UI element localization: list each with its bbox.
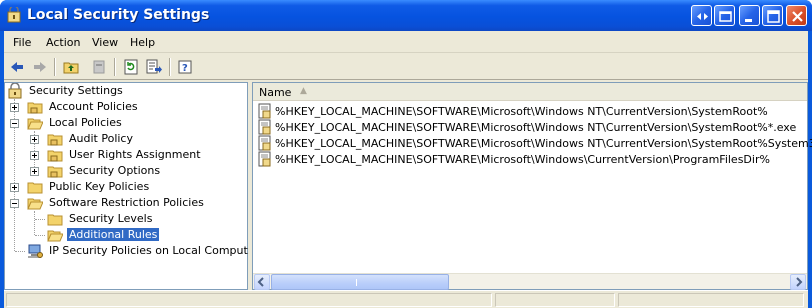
rule-path-text: %HKEY_LOCAL_MACHINE\SOFTWARE\Microsoft\W… [275, 121, 797, 134]
tree-item-label: Account Policies [49, 100, 138, 113]
refresh-icon[interactable] [121, 57, 141, 77]
title-bar[interactable]: Local Security Settings [0, 0, 812, 31]
column-header-name[interactable]: Name ▲ [253, 83, 807, 101]
tree-item-software-restriction-policies[interactable]: Software Restriction Policies [5, 195, 243, 211]
tree-item-ip-security-policies[interactable]: IP Security Policies on Local Computer [5, 243, 259, 259]
expand-plus-icon[interactable] [30, 151, 39, 160]
toolbar-separator [114, 58, 116, 76]
tree-item-security-levels[interactable]: Security Levels [5, 211, 243, 227]
collapse-minus-icon[interactable] [10, 199, 19, 208]
folder-open-icon [27, 115, 44, 131]
help-icon[interactable]: ? [176, 57, 196, 77]
menu-help[interactable]: Help [130, 36, 155, 49]
rule-path-text: %HKEY_LOCAL_MACHINE\SOFTWARE\Microsoft\W… [275, 153, 770, 166]
registry-path-rule-icon [257, 119, 273, 135]
up-one-level-icon[interactable] [61, 57, 81, 77]
menu-view[interactable]: View [92, 36, 118, 49]
expand-plus-icon[interactable] [10, 103, 19, 112]
expand-plus-icon[interactable] [30, 135, 39, 144]
scroll-grip [356, 279, 364, 286]
menu-file[interactable]: File [13, 36, 31, 49]
tree-guide-line [35, 219, 45, 220]
maximize-button[interactable] [762, 5, 783, 26]
tree-item-label: Security Levels [69, 212, 153, 225]
folder-icon [47, 163, 63, 179]
sort-ascending-icon: ▲ [300, 86, 307, 96]
expand-plus-icon[interactable] [10, 183, 19, 192]
folder-open-icon [47, 227, 64, 243]
status-panel-main [6, 293, 492, 307]
tree-item-audit-policy[interactable]: Audit Policy [5, 131, 243, 147]
client-area: File Action View Help ? Security Setting… [4, 31, 812, 308]
rule-path-text: %HKEY_LOCAL_MACHINE\SOFTWARE\Microsoft\W… [275, 105, 768, 118]
tree-item-label: Local Policies [49, 116, 122, 129]
tree-item-label: User Rights Assignment [69, 148, 201, 161]
delete-icon[interactable] [89, 57, 109, 77]
column-header-label: Name [259, 86, 292, 99]
expand-plus-icon[interactable] [30, 167, 39, 176]
toolbar-separator [169, 58, 171, 76]
folder-icon [27, 99, 43, 115]
folder-icon [27, 179, 43, 195]
horizontal-scrollbar[interactable] [253, 273, 807, 290]
window-title: Local Security Settings [27, 7, 210, 23]
tree-item-label: Software Restriction Policies [49, 196, 204, 209]
help-context-button[interactable] [691, 5, 712, 26]
minimize-button[interactable] [739, 5, 760, 26]
folder-open-icon [27, 195, 44, 211]
tree-item-account-policies[interactable]: Account Policies [5, 99, 243, 115]
security-settings-icon [6, 5, 22, 23]
scroll-thumb[interactable] [271, 274, 449, 290]
toolbar-separator [54, 58, 56, 76]
tree-item-label: Audit Policy [69, 132, 133, 145]
menu-action[interactable]: Action [46, 36, 80, 49]
tree-item-local-policies[interactable]: Local Policies [5, 115, 243, 131]
network-policy-icon [27, 243, 43, 259]
tree-item-user-rights-assignment[interactable]: User Rights Assignment [5, 147, 243, 163]
toolbar: ? [4, 54, 808, 80]
tree-guide-line [35, 235, 45, 236]
tree-item-security-settings[interactable]: Security Settings [7, 82, 245, 99]
menu-bar: File Action View Help [4, 31, 808, 53]
tree-item-security-options[interactable]: Security Options [5, 163, 243, 179]
tree-item-label: Security Settings [29, 84, 123, 97]
scroll-left-button[interactable] [254, 274, 270, 290]
close-button[interactable] [786, 5, 807, 26]
rule-path-text: %HKEY_LOCAL_MACHINE\SOFTWARE\Microsoft\W… [275, 137, 812, 150]
svg-text:?: ? [182, 63, 188, 74]
folder-icon [47, 147, 63, 163]
registry-path-rule-icon [257, 151, 273, 167]
security-settings-icon [7, 82, 23, 99]
scroll-right-button[interactable] [790, 274, 806, 290]
collapse-minus-icon[interactable] [10, 119, 19, 128]
export-list-icon[interactable] [144, 57, 164, 77]
forward-icon[interactable] [30, 57, 50, 77]
folder-icon [47, 211, 63, 227]
tree-item-label: Additional Rules [67, 228, 160, 241]
back-icon[interactable] [7, 57, 27, 77]
tree-item-label: IP Security Policies on Local Computer [49, 244, 260, 257]
tree-pane[interactable]: Security Settings Account Policies Local… [4, 82, 259, 290]
registry-path-rule-icon [257, 103, 273, 119]
list-pane[interactable]: Name ▲ %HKEY_LOCAL_MACHINE\SOFTWARE\Micr… [252, 82, 812, 290]
status-panel-tertiary [618, 293, 804, 307]
folder-icon [47, 131, 63, 147]
tree-item-additional-rules[interactable]: Additional Rules [5, 227, 243, 243]
tree-item-label: Public Key Policies [49, 180, 150, 193]
registry-path-rule-icon [257, 135, 273, 151]
tree-item-public-key-policies[interactable]: Public Key Policies [5, 179, 243, 195]
status-panel-secondary [495, 293, 615, 307]
app-window: Local Security Settings File Action View… [0, 0, 812, 308]
restore-pane-button[interactable] [714, 5, 735, 26]
status-bar [4, 290, 808, 308]
tree-item-label: Security Options [69, 164, 161, 177]
